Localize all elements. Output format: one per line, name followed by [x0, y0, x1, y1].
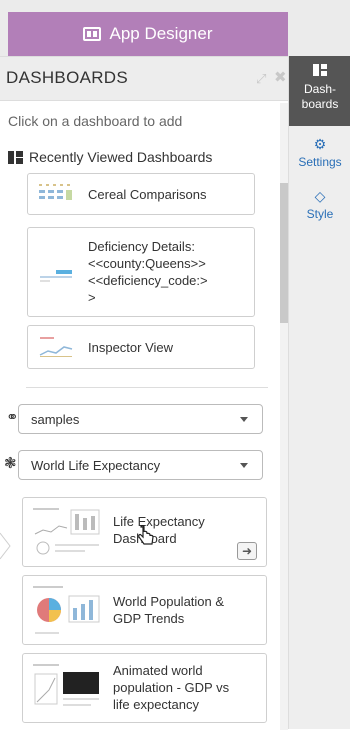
scrollbar-thumb[interactable] — [280, 183, 288, 323]
rail-tab-style-label: Style — [306, 207, 334, 221]
panel-hint: Click on a dashboard to add — [8, 113, 183, 129]
rail-tab-settings-label: Settings — [298, 155, 342, 169]
library-dashboard-label: World Population & GDP Trends — [113, 594, 225, 626]
rail-tab-dashboards-label-2: boards — [301, 97, 339, 111]
library-dashboard-label: Life Expectancy Dashboard — [113, 514, 205, 546]
dataset-select-value: World Life Expectancy — [31, 457, 161, 473]
recent-heading-label: Recently Viewed Dashboards — [29, 149, 213, 165]
library-dashboard-card[interactable]: Animated world population - GDP vs life … — [22, 653, 267, 723]
dashboard-thumbnail-icon — [39, 184, 72, 200]
selection-notch-icon — [0, 532, 11, 560]
cogs-icon: ⚙ — [313, 136, 327, 152]
rail-tab-dashboards[interactable]: Dash- boards — [289, 56, 350, 126]
chevron-down-icon — [240, 463, 248, 468]
connection-icon: ⚭ — [6, 409, 19, 426]
dashboard-thumbnail-icon — [33, 508, 100, 555]
dashboards-panel: DASHBOARDS ⤢ ✖ Click on a dashboard to a… — [0, 56, 288, 730]
app-designer-label: App Designer — [109, 24, 213, 43]
close-icon[interactable]: ✖ — [274, 68, 287, 86]
expand-icon[interactable]: ⤢ — [256, 71, 266, 87]
library-dashboard-label: Animated world population - GDP vs life … — [113, 663, 230, 712]
dashboard-thumbnail-icon — [33, 586, 100, 634]
rail-tab-style[interactable]: ◇ Style — [289, 188, 350, 221]
recent-heading: Recently Viewed Dashboards — [8, 149, 212, 165]
recent-dashboard-card[interactable]: Deficiency Details: <<county:Queens>> <<… — [27, 227, 255, 317]
dashboard-grid-icon — [313, 64, 327, 76]
app-designer-icon — [83, 27, 102, 41]
recent-dashboard-card[interactable]: Cereal Comparisons — [27, 173, 255, 215]
connection-select[interactable]: samples — [18, 404, 263, 434]
dataset-select[interactable]: World Life Expectancy — [18, 450, 263, 480]
rail-tab-settings[interactable]: ⚙ Settings — [289, 136, 350, 169]
recent-dashboard-label: Inspector View — [88, 339, 174, 355]
panel-title: DASHBOARDS — [6, 68, 129, 87]
dataset-icon: ❃ — [4, 455, 17, 472]
diamond-icon: ◇ — [314, 188, 326, 204]
recent-dashboard-card[interactable]: Inspector View — [27, 325, 255, 369]
dashboard-thumbnail-icon — [39, 337, 73, 357]
divider — [26, 387, 268, 388]
recent-dashboard-label: Deficiency Details: <<county:Queens>> <<… — [88, 239, 208, 305]
side-rail: Dash- boards ⚙ Settings ◇ Style — [288, 56, 350, 729]
connection-select-value: samples — [31, 411, 80, 427]
panel-header: DASHBOARDS ⤢ ✖ — [0, 57, 288, 101]
app-designer-button[interactable]: App Designer — [8, 12, 288, 56]
rail-tab-dashboards-label-1: Dash- — [303, 82, 336, 96]
library-dashboard-card[interactable]: World Population & GDP Trends — [22, 575, 267, 645]
hand-cursor-icon — [138, 525, 154, 545]
dashboard-thumbnail-icon — [33, 664, 99, 706]
open-arrow-icon[interactable]: ➜ — [237, 542, 257, 560]
dashboard-grid-icon — [8, 150, 23, 164]
chevron-down-icon — [240, 417, 248, 422]
recent-dashboard-label: Cereal Comparisons — [88, 186, 207, 202]
dashboard-thumbnail-icon — [40, 270, 72, 282]
